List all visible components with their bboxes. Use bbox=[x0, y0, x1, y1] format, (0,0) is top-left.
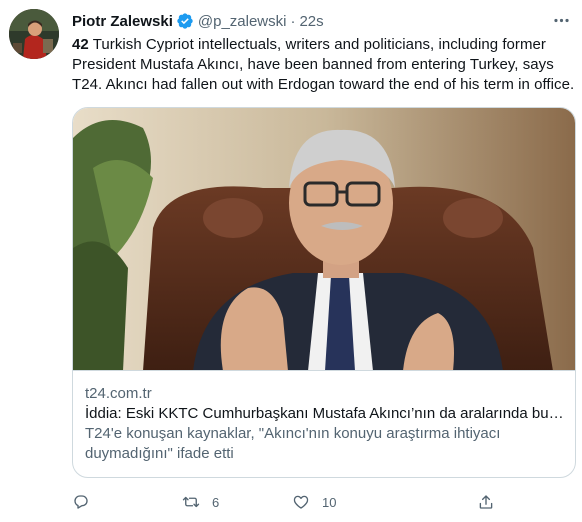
author-handle[interactable]: @p_zalewski bbox=[198, 13, 287, 30]
card-image[interactable] bbox=[73, 108, 575, 371]
retweet-button[interactable]: 6 bbox=[182, 490, 219, 514]
avatar-image bbox=[9, 9, 59, 59]
avatar[interactable] bbox=[9, 9, 59, 59]
verified-badge-icon bbox=[176, 12, 194, 30]
separator-dot: · bbox=[290, 12, 296, 30]
card-photo bbox=[73, 108, 575, 370]
retweet-icon bbox=[182, 496, 200, 508]
tweet-header: Piotr Zalewski @p_zalewski · 22s bbox=[72, 10, 324, 32]
tweet-timestamp[interactable]: 22s bbox=[299, 13, 323, 30]
reply-icon bbox=[74, 495, 88, 509]
tweet[interactable]: Piotr Zalewski @p_zalewski · 22s 42 Turk… bbox=[0, 0, 582, 522]
tweet-text-body: Turkish Cypriot intellectuals, writers a… bbox=[72, 36, 575, 93]
link-card[interactable]: t24.com.tr İddia: Eski KKTC Cumhurbaşkan… bbox=[72, 107, 576, 478]
like-icon bbox=[293, 495, 309, 509]
card-description: T24'e konuşan kaynaklar, "Akıncı'nın kon… bbox=[85, 425, 501, 462]
retweet-count: 6 bbox=[212, 494, 220, 510]
share-icon bbox=[479, 495, 493, 509]
like-count: 10 bbox=[322, 494, 337, 510]
share-button[interactable] bbox=[477, 490, 495, 514]
like-button[interactable]: 10 bbox=[292, 490, 336, 514]
card-title: İddia: Eski KKTC Cumhurbaşkanı Mustafa A… bbox=[85, 405, 565, 422]
reply-button[interactable] bbox=[72, 490, 90, 514]
tweet-text: 42 Turkish Cypriot intellectuals, writer… bbox=[72, 35, 577, 95]
author-name[interactable]: Piotr Zalewski bbox=[72, 13, 173, 30]
card-meta: t24.com.tr İddia: Eski KKTC Cumhurbaşkan… bbox=[85, 384, 565, 464]
more-options-button[interactable] bbox=[549, 8, 573, 32]
action-bar: 6 10 bbox=[72, 490, 512, 514]
tweet-text-bold: 42 bbox=[72, 36, 89, 53]
card-domain: t24.com.tr bbox=[85, 385, 152, 402]
more-horizontal-icon bbox=[553, 18, 569, 22]
